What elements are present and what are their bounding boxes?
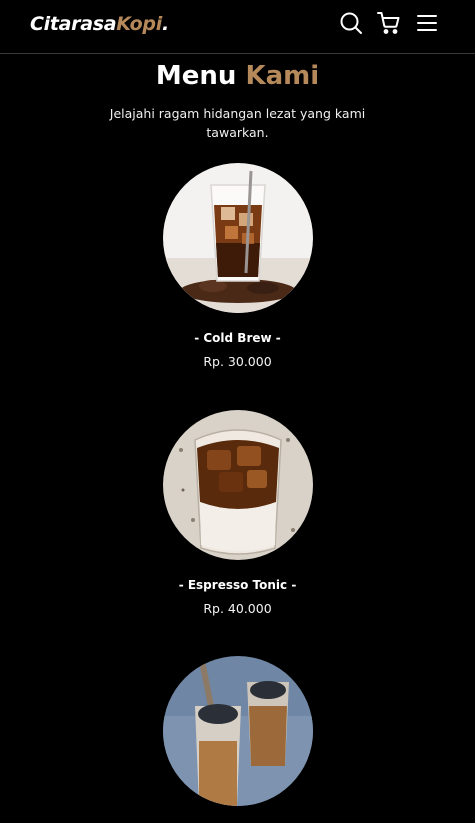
navbar: CitarasaKopi. [0, 0, 475, 54]
menu-card-third[interactable] [0, 656, 475, 823]
brand-logo[interactable]: CitarasaKopi. [30, 13, 169, 35]
menu-card-cold-brew[interactable]: - Cold Brew - Rp. 30.000 [0, 163, 475, 370]
cold-brew-image [162, 163, 313, 313]
brand-name-accent: Kopi [116, 13, 162, 35]
menu-title: Menu Kami [0, 56, 475, 92]
nav-actions [339, 11, 439, 35]
menu-section: Menu Kami Jelajahi ragam hidangan lezat … [0, 56, 475, 142]
shopping-cart-icon[interactable] [377, 11, 401, 35]
third-drink-image [162, 656, 313, 806]
item-name: - Cold Brew - [194, 331, 281, 345]
menu-title-main: Menu [155, 61, 237, 91]
menu-description: Jelajahi ragam hidangan lezat yang kami … [109, 106, 366, 140]
hamburger-menu-icon[interactable] [415, 11, 439, 35]
menu-title-accent: Kami [245, 61, 320, 91]
item-name: - Espresso Tonic - [178, 578, 297, 592]
espresso-tonic-image [162, 410, 313, 560]
menu-card-espresso-tonic[interactable]: - Espresso Tonic - Rp. 40.000 [0, 410, 475, 617]
item-price: Rp. 40.000 [203, 601, 272, 616]
brand-name-main: Citarasa [30, 13, 117, 35]
search-icon[interactable] [339, 11, 363, 35]
item-price: Rp. 30.000 [203, 354, 272, 369]
brand-name-dot: . [161, 13, 169, 35]
